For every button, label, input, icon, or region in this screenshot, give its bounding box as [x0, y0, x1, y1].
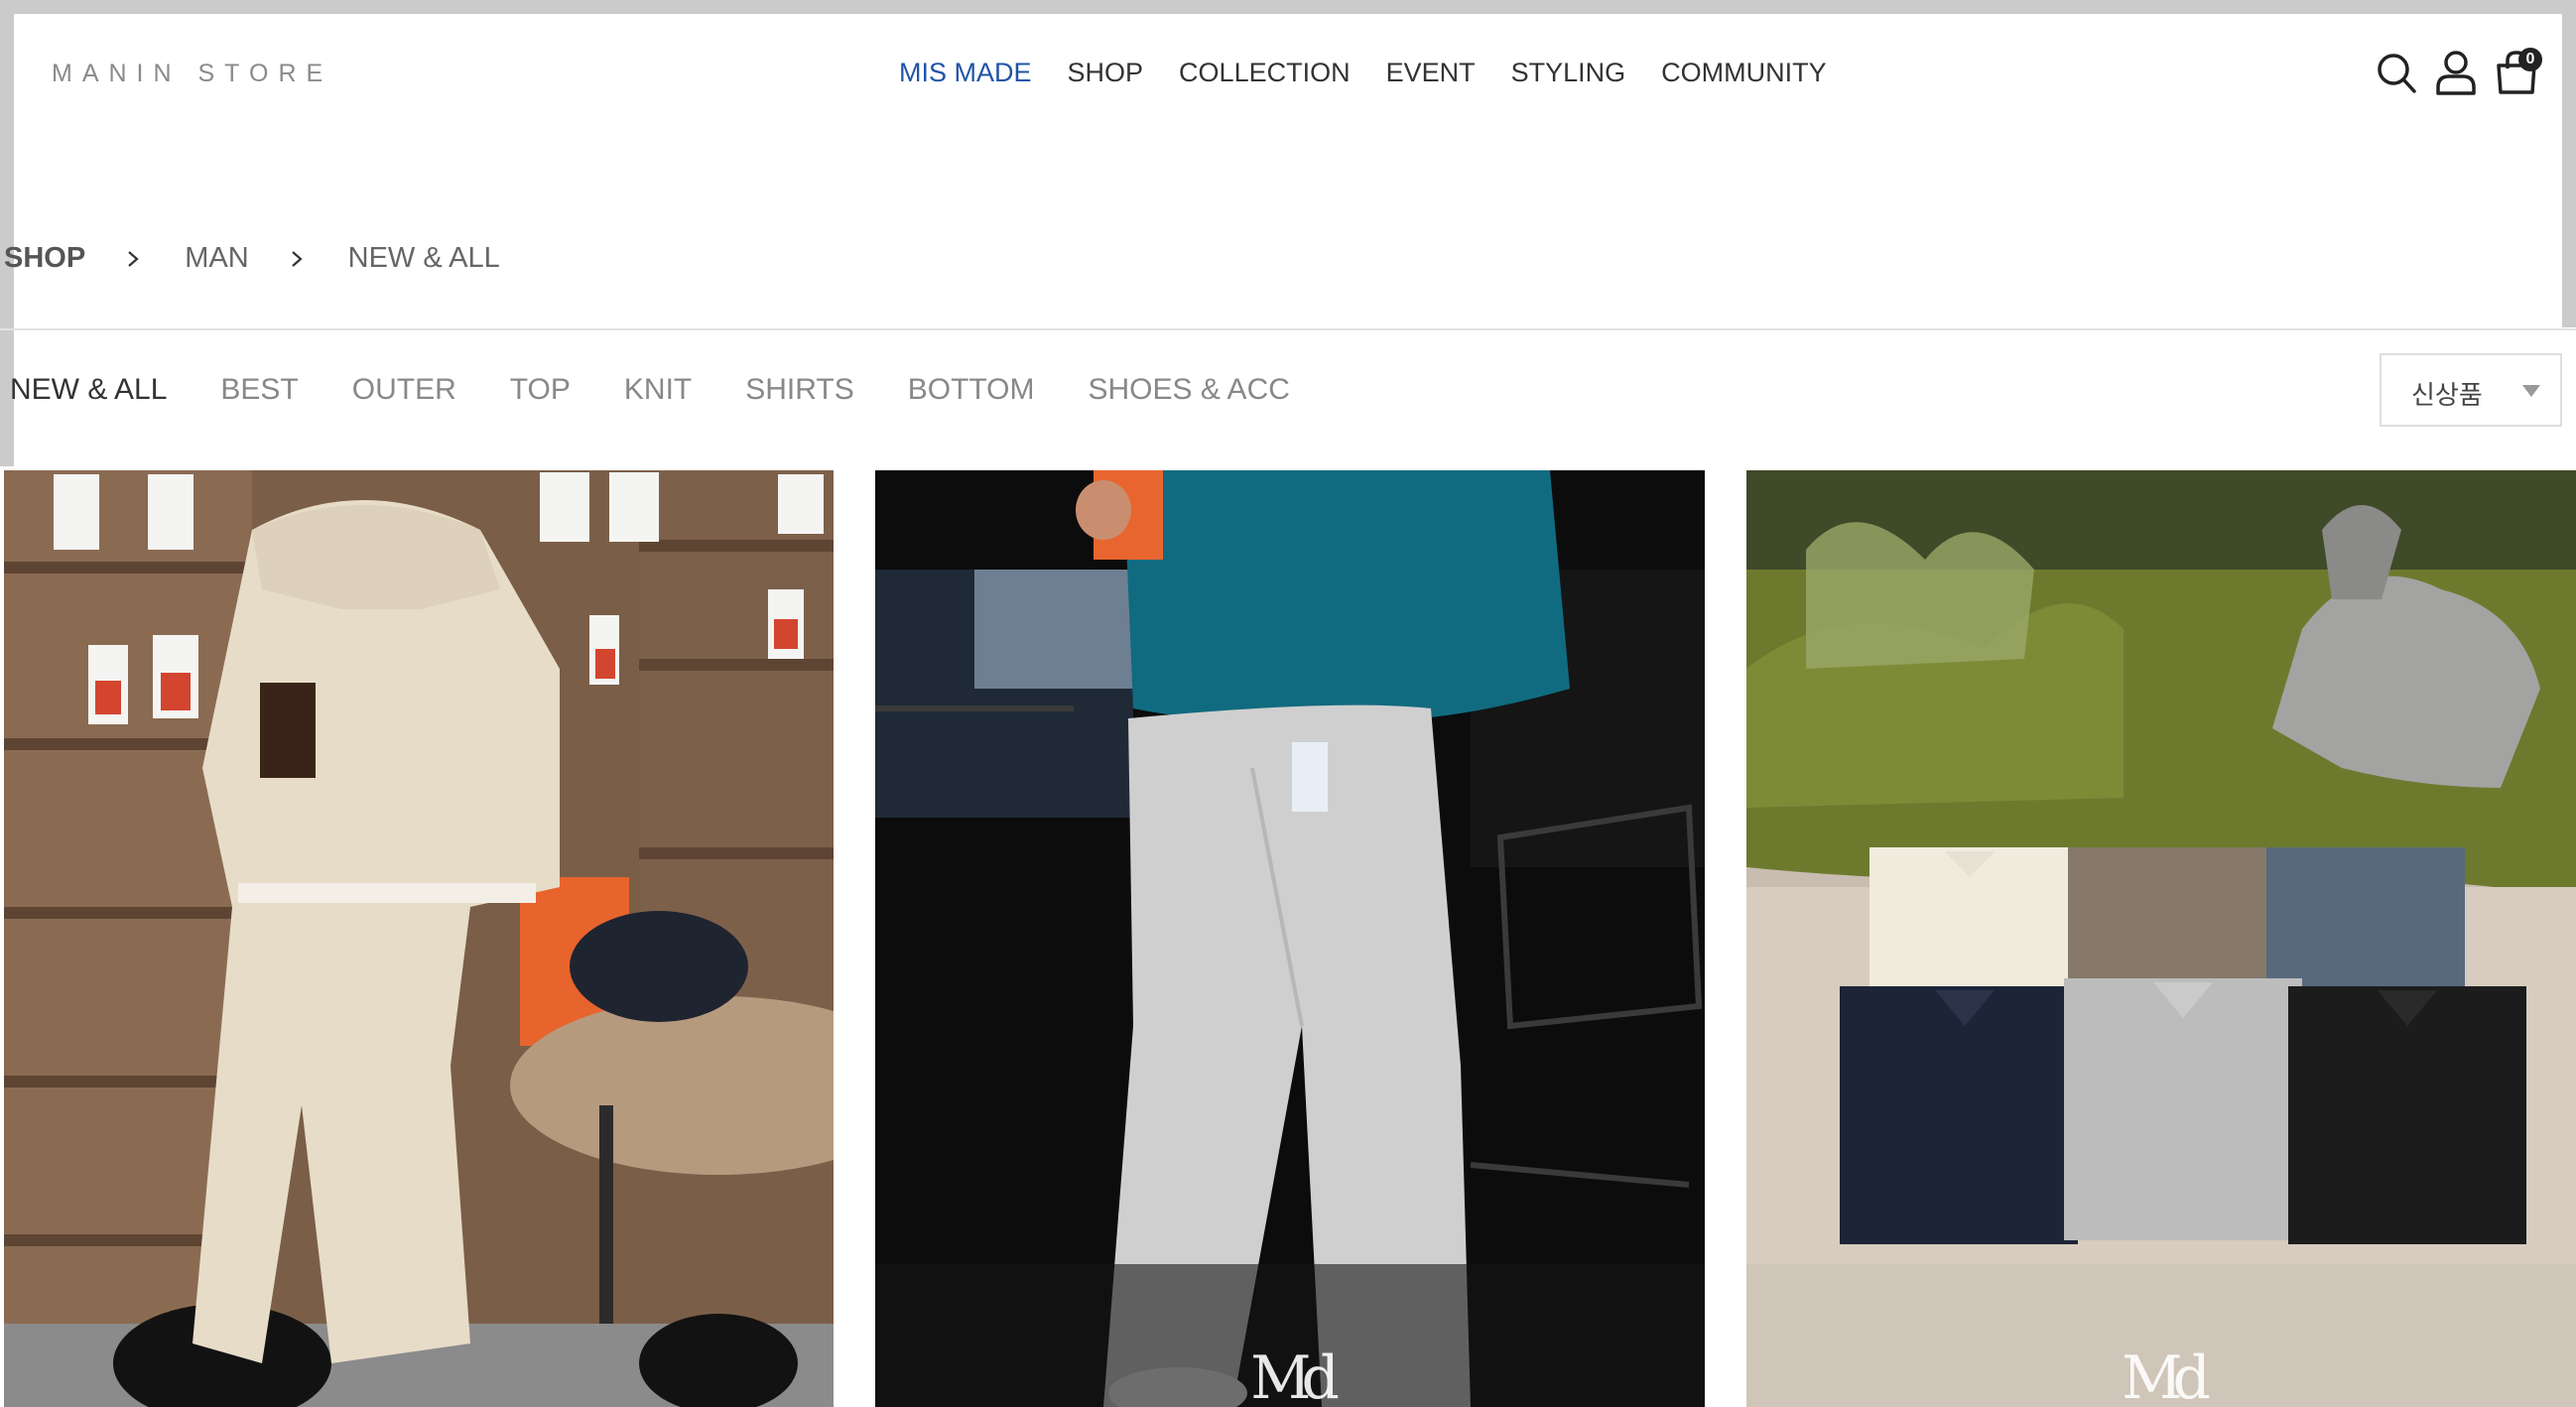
nav-item-event[interactable]: EVENT [1386, 58, 1476, 88]
site-header: MANIN STORE MIS MADE SHOP COLLECTION EVE… [14, 14, 2562, 331]
tab-shirts[interactable]: SHIRTS [745, 373, 853, 407]
window-frame-right [2562, 0, 2576, 327]
window-frame [0, 0, 2576, 14]
product-grid: Md Md [4, 470, 2576, 1407]
breadcrumb-shop[interactable]: SHOP [4, 242, 85, 275]
brand-watermark: Md [1250, 1343, 1340, 1407]
nav-item-styling[interactable]: STYLING [1511, 58, 1626, 88]
chevron-right-icon [128, 250, 139, 267]
tab-shoes-acc[interactable]: SHOES & ACC [1089, 373, 1290, 407]
user-icon[interactable] [2435, 50, 2477, 95]
product-image [1746, 470, 2576, 1407]
product-card[interactable]: Md [875, 470, 1705, 1407]
tab-new-all[interactable]: NEW & ALL [10, 373, 167, 407]
store-logo[interactable]: MANIN STORE [52, 60, 332, 88]
divider [0, 328, 2576, 330]
chevron-down-icon [2522, 385, 2540, 397]
nav-item-mis-made[interactable]: MIS MADE [899, 58, 1032, 88]
product-image [4, 470, 834, 1407]
tab-bottom[interactable]: BOTTOM [908, 373, 1035, 407]
breadcrumb: SHOP MAN NEW & ALL [4, 242, 500, 275]
tab-knit[interactable]: KNIT [624, 373, 692, 407]
product-card[interactable] [4, 470, 834, 1407]
chevron-right-icon [291, 250, 303, 267]
breadcrumb-man[interactable]: MAN [185, 242, 248, 275]
sort-dropdown[interactable]: 신상품 [2380, 353, 2562, 427]
category-tabs: NEW & ALL BEST OUTER TOP KNIT SHIRTS BOT… [10, 373, 1344, 407]
cart-count-badge: 0 [2518, 48, 2542, 71]
product-card[interactable]: Md [1746, 470, 2576, 1407]
cart-icon[interactable]: 0 [2495, 48, 2542, 95]
product-image [875, 470, 1705, 1407]
nav-item-community[interactable]: COMMUNITY [1661, 58, 1826, 88]
search-icon[interactable] [2376, 50, 2417, 95]
tab-best[interactable]: BEST [220, 373, 298, 407]
page: MANIN STORE MIS MADE SHOP COLLECTION EVE… [0, 0, 2576, 1407]
sort-selected-value: 신상품 [2411, 381, 2483, 411]
header-icons: 0 [2376, 48, 2542, 95]
tab-top[interactable]: TOP [510, 373, 571, 407]
tab-outer[interactable]: OUTER [352, 373, 456, 407]
main-nav: MIS MADE SHOP COLLECTION EVENT STYLING C… [899, 58, 1863, 88]
nav-item-collection[interactable]: COLLECTION [1179, 58, 1351, 88]
nav-item-shop[interactable]: SHOP [1068, 58, 1144, 88]
breadcrumb-new-all[interactable]: NEW & ALL [348, 242, 500, 275]
brand-watermark: Md [2122, 1343, 2211, 1407]
